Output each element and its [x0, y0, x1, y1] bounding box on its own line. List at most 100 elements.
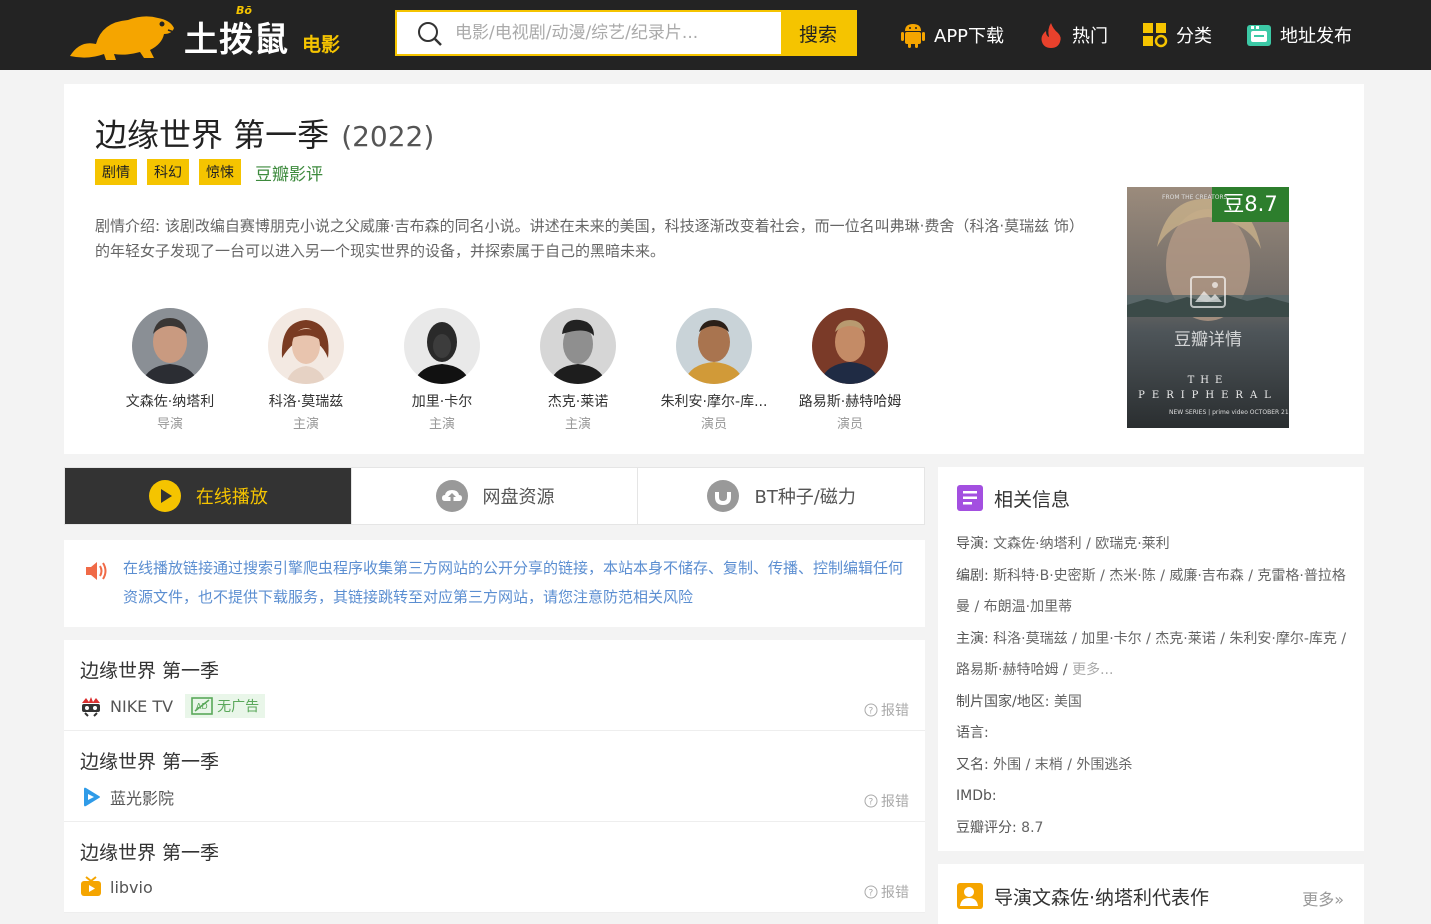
disclaimer-notice: 在线播放链接通过搜索引擎爬虫程序收集第三方网站的公开分享的链接，本站本身不储存、…	[64, 540, 925, 627]
cast-role: 演员	[836, 417, 863, 432]
nav-category-label: 分类	[1176, 26, 1213, 47]
cast-item[interactable]: 文森佐·纳塔利 导演	[102, 308, 238, 432]
nav-app-download[interactable]: APP下载	[900, 21, 1004, 49]
search-input[interactable]	[455, 12, 780, 54]
nav-hot[interactable]: 热门	[1038, 21, 1108, 49]
related-info-title: 相关信息	[994, 488, 1071, 511]
douban-detail-link[interactable]: 豆瓣详情	[1127, 325, 1289, 350]
poster-title-main: PERIPHERAL	[1138, 390, 1278, 401]
info-key: IMDb:	[956, 788, 997, 804]
report-label: 报错	[881, 703, 909, 719]
tab-cloud-drive[interactable]: 网盘资源	[352, 468, 639, 524]
cast-item[interactable]: 杰克·莱诺 主演	[510, 308, 646, 432]
genre-tag[interactable]: 剧情	[95, 159, 137, 185]
genre-tags: 剧情 科幻 惊悚 豆瓣影评	[95, 159, 323, 185]
cast-role: 导演	[156, 417, 183, 432]
source-list: 边缘世界 第一季 NIKE TV AD 无广告 ? 报错 边缘世界 第一季 蓝光…	[64, 640, 925, 913]
nav-address-label: 地址发布	[1280, 26, 1353, 47]
libvio-tv-icon	[81, 876, 101, 896]
info-key: 又名:	[956, 756, 989, 773]
cast-role: 主演	[292, 417, 319, 432]
related-info-panel: 相关信息 导演: 文森佐·纳塔利 / 欧瑞克·莱利 编剧: 斯科特·B·史密斯 …	[938, 467, 1364, 851]
source-site-name: 蓝光影院	[110, 789, 175, 808]
info-key: 豆瓣评分:	[956, 819, 1017, 836]
avatar	[132, 308, 208, 384]
search-box: 搜索	[395, 10, 857, 56]
cast-item[interactable]: 加里·卡尔 主演	[374, 308, 510, 432]
search-button[interactable]: 搜索	[781, 12, 855, 54]
source-title: 边缘世界 第一季	[80, 660, 220, 682]
info-value[interactable]: 科洛·莫瑞兹 / 加里·卡尔 / 杰克·莱诺 / 朱利安·摩尔-库克 / 路易斯…	[956, 631, 1346, 679]
cast-role: 演员	[700, 417, 727, 432]
info-value[interactable]: 斯科特·B·史密斯 / 杰米·陈 / 威廉·吉布森 / 克雷格·普拉格曼 / 布…	[956, 568, 1346, 616]
cast-name: 杰克·莱诺	[547, 394, 609, 410]
poster-bottom-text: NEW SERIES | prime video OCTOBER 21	[1169, 409, 1289, 416]
nav-app-download-label: APP下载	[934, 26, 1005, 47]
cast-item[interactable]: 朱利安·摩尔-库... 演员	[646, 308, 782, 432]
nav-category[interactable]: 分类	[1142, 22, 1212, 48]
play-icon	[148, 480, 181, 512]
nav-hot-label: 热门	[1072, 26, 1109, 47]
related-info-list: 导演: 文森佐·纳塔利 / 欧瑞克·莱利 编剧: 斯科特·B·史密斯 / 杰米·…	[956, 529, 1351, 844]
cast-name: 路易斯·赫特哈姆	[798, 394, 902, 410]
disclaimer-text: 在线播放链接通过搜索引擎爬虫程序收集第三方网站的公开分享的链接，本站本身不储存、…	[123, 559, 904, 606]
main-nav: APP下载 热门 分类 地址发布	[900, 0, 1386, 70]
report-error-link[interactable]: ? 报错	[864, 791, 909, 811]
cloud-upload-icon	[435, 480, 468, 512]
info-row: 语言:	[956, 718, 1351, 750]
director-works-heading: 导演文森佐·纳塔利代表作	[956, 882, 1209, 910]
tab-online-play[interactable]: 在线播放	[65, 468, 352, 524]
bluray-play-icon	[84, 787, 100, 807]
info-key: 导演:	[956, 536, 989, 552]
source-title: 边缘世界 第一季	[80, 842, 220, 864]
svg-text:?: ?	[869, 798, 874, 808]
info-row: 制片国家/地区: 美国	[956, 687, 1351, 719]
movie-year: (2022)	[341, 120, 435, 153]
cast-name: 文森佐·纳塔利	[125, 394, 215, 410]
no-ad-label: 无广告	[217, 699, 260, 715]
user-icon	[957, 883, 983, 909]
nav-address[interactable]: 地址发布	[1246, 22, 1352, 48]
svg-text:AD: AD	[196, 702, 208, 711]
info-key: 编剧:	[956, 567, 989, 584]
cast-role: 主演	[428, 417, 455, 432]
info-value: 美国	[1049, 693, 1082, 710]
movie-poster[interactable]: 豆8.7 FROM THE CREATORS 豆瓣详情 THE PERIPHER…	[1127, 187, 1289, 428]
source-item[interactable]: 边缘世界 第一季 libvio ? 报错	[64, 822, 925, 913]
source-item[interactable]: 边缘世界 第一季 NIKE TV AD 无广告 ? 报错	[64, 640, 925, 731]
genre-tag[interactable]: 科幻	[147, 159, 189, 185]
report-error-link[interactable]: ? 报错	[864, 700, 909, 720]
info-row: 导演: 文森佐·纳塔利 / 欧瑞克·莱利	[956, 529, 1351, 561]
source-site-name: libvio	[110, 877, 153, 897]
cast-name: 朱利安·摩尔-库...	[660, 394, 768, 410]
related-info-heading: 相关信息	[956, 484, 1070, 512]
cast-role: 主演	[564, 417, 591, 432]
tab-bt-magnet[interactable]: BT种子/磁力	[638, 468, 924, 524]
play-tabs: 在线播放 网盘资源 BT种子/磁力	[64, 467, 925, 525]
site-logo[interactable]: Bō 土拨鼠 电影	[66, 4, 356, 64]
movie-title: 边缘世界 第一季	[95, 116, 330, 154]
source-item[interactable]: 边缘世界 第一季 蓝光影院 ? 报错	[64, 731, 925, 822]
info-row: 豆瓣评分: 8.7	[956, 813, 1351, 845]
help-circle-icon: ?	[864, 885, 878, 899]
report-error-link[interactable]: ? 报错	[864, 882, 909, 902]
nike-tv-icon	[82, 697, 100, 717]
avatar	[540, 308, 616, 384]
help-circle-icon: ?	[864, 703, 878, 717]
movie-detail-card: 边缘世界 第一季 (2022) 剧情 科幻 惊悚 豆瓣影评 剧情介绍: 该剧改编…	[64, 84, 1364, 454]
svg-text:?: ?	[869, 707, 874, 717]
cast-more-link[interactable]: 更多...	[1072, 662, 1113, 678]
cast-item[interactable]: 科洛·莫瑞兹 主演	[238, 308, 374, 432]
source-title: 边缘世界 第一季	[80, 751, 220, 773]
info-key: 语言:	[956, 725, 989, 741]
genre-tag[interactable]: 惊悚	[199, 159, 241, 185]
plot-intro: 剧情介绍: 该剧改编自赛博朋克小说之父威廉·吉布森的同名小说。讲述在未来的美国，…	[95, 217, 1084, 260]
tab-label: 在线播放	[195, 487, 268, 508]
poster-title-the: THE	[1187, 375, 1229, 386]
cast-item[interactable]: 路易斯·赫特哈姆 演员	[782, 308, 918, 432]
director-works-more-link[interactable]: 更多»	[1302, 886, 1344, 910]
info-row: IMDb:	[956, 781, 1351, 813]
douban-review-link[interactable]: 豆瓣影评	[255, 160, 323, 185]
fire-icon	[1041, 23, 1061, 48]
info-value[interactable]: 文森佐·纳塔利 / 欧瑞克·莱利	[989, 536, 1170, 552]
